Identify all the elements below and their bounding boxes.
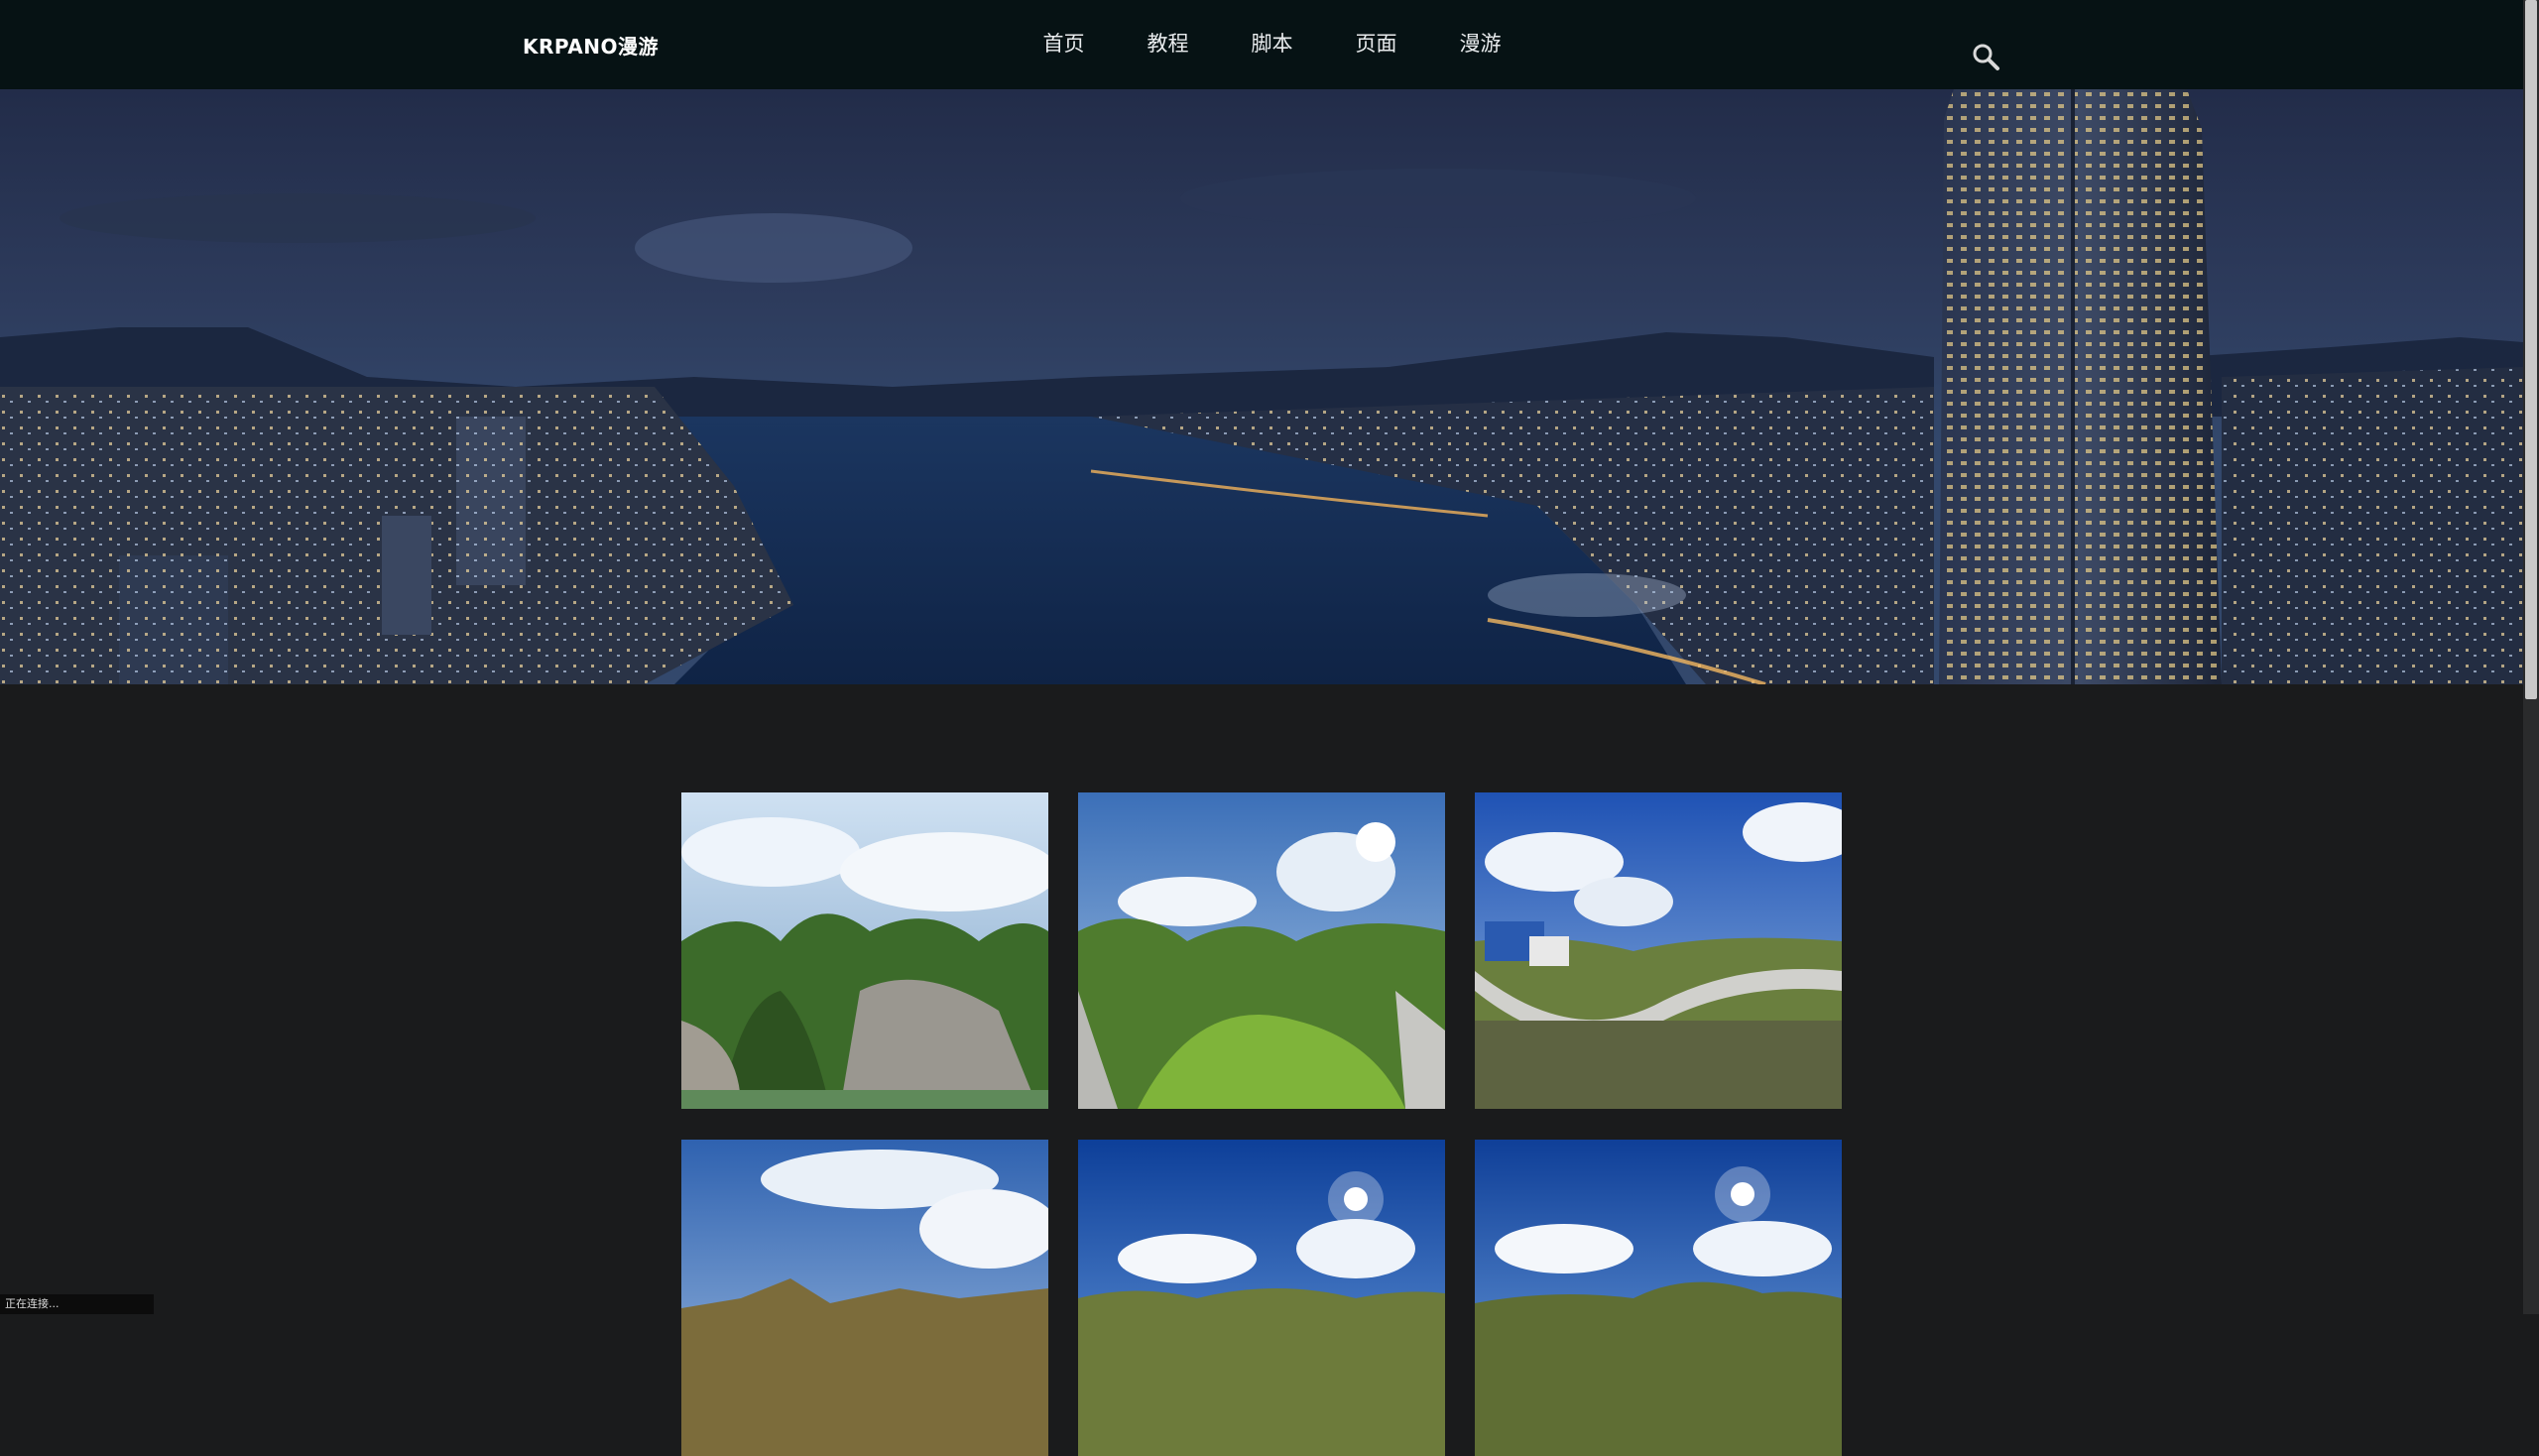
site-logo[interactable]: KRPANO漫游 xyxy=(523,31,659,60)
nav-item-scripts[interactable]: 脚本 xyxy=(1220,28,1324,60)
panorama-thumb-1[interactable] xyxy=(681,792,1048,1109)
panorama-sun-ridge-icon xyxy=(1475,1140,1842,1456)
panorama-sun-clouds-icon xyxy=(1078,1140,1445,1456)
panorama-green-valley-icon xyxy=(1078,792,1445,1109)
panorama-mountain-town-icon xyxy=(681,792,1048,1109)
main-nav: 首页 教程 脚本 页面 漫游 xyxy=(1012,28,1532,60)
city-night-banner-icon xyxy=(0,89,2523,684)
nav-item-pages[interactable]: 页面 xyxy=(1324,28,1428,60)
scrollbar-thumb[interactable] xyxy=(2525,0,2537,699)
status-bar: 正在连接... xyxy=(0,1294,154,1314)
nav-item-tutorials[interactable]: 教程 xyxy=(1116,28,1220,60)
top-navbar: KRPANO漫游 首页 教程 脚本 页面 漫游 xyxy=(0,0,2523,89)
panorama-thumb-5[interactable] xyxy=(1078,1140,1445,1456)
nav-item-tours[interactable]: 漫游 xyxy=(1428,28,1532,60)
panorama-mountain-road-icon xyxy=(1475,792,1842,1109)
panorama-thumb-3[interactable] xyxy=(1475,792,1842,1109)
panorama-thumb-6[interactable] xyxy=(1475,1140,1842,1456)
hero-banner xyxy=(0,89,2523,684)
panorama-cloudy-peaks-icon xyxy=(681,1140,1048,1456)
nav-item-home[interactable]: 首页 xyxy=(1012,28,1116,60)
panorama-thumb-2[interactable] xyxy=(1078,792,1445,1109)
panorama-thumb-4[interactable] xyxy=(681,1140,1048,1456)
search-icon[interactable] xyxy=(1972,43,2001,72)
panorama-gallery xyxy=(681,792,1842,1456)
